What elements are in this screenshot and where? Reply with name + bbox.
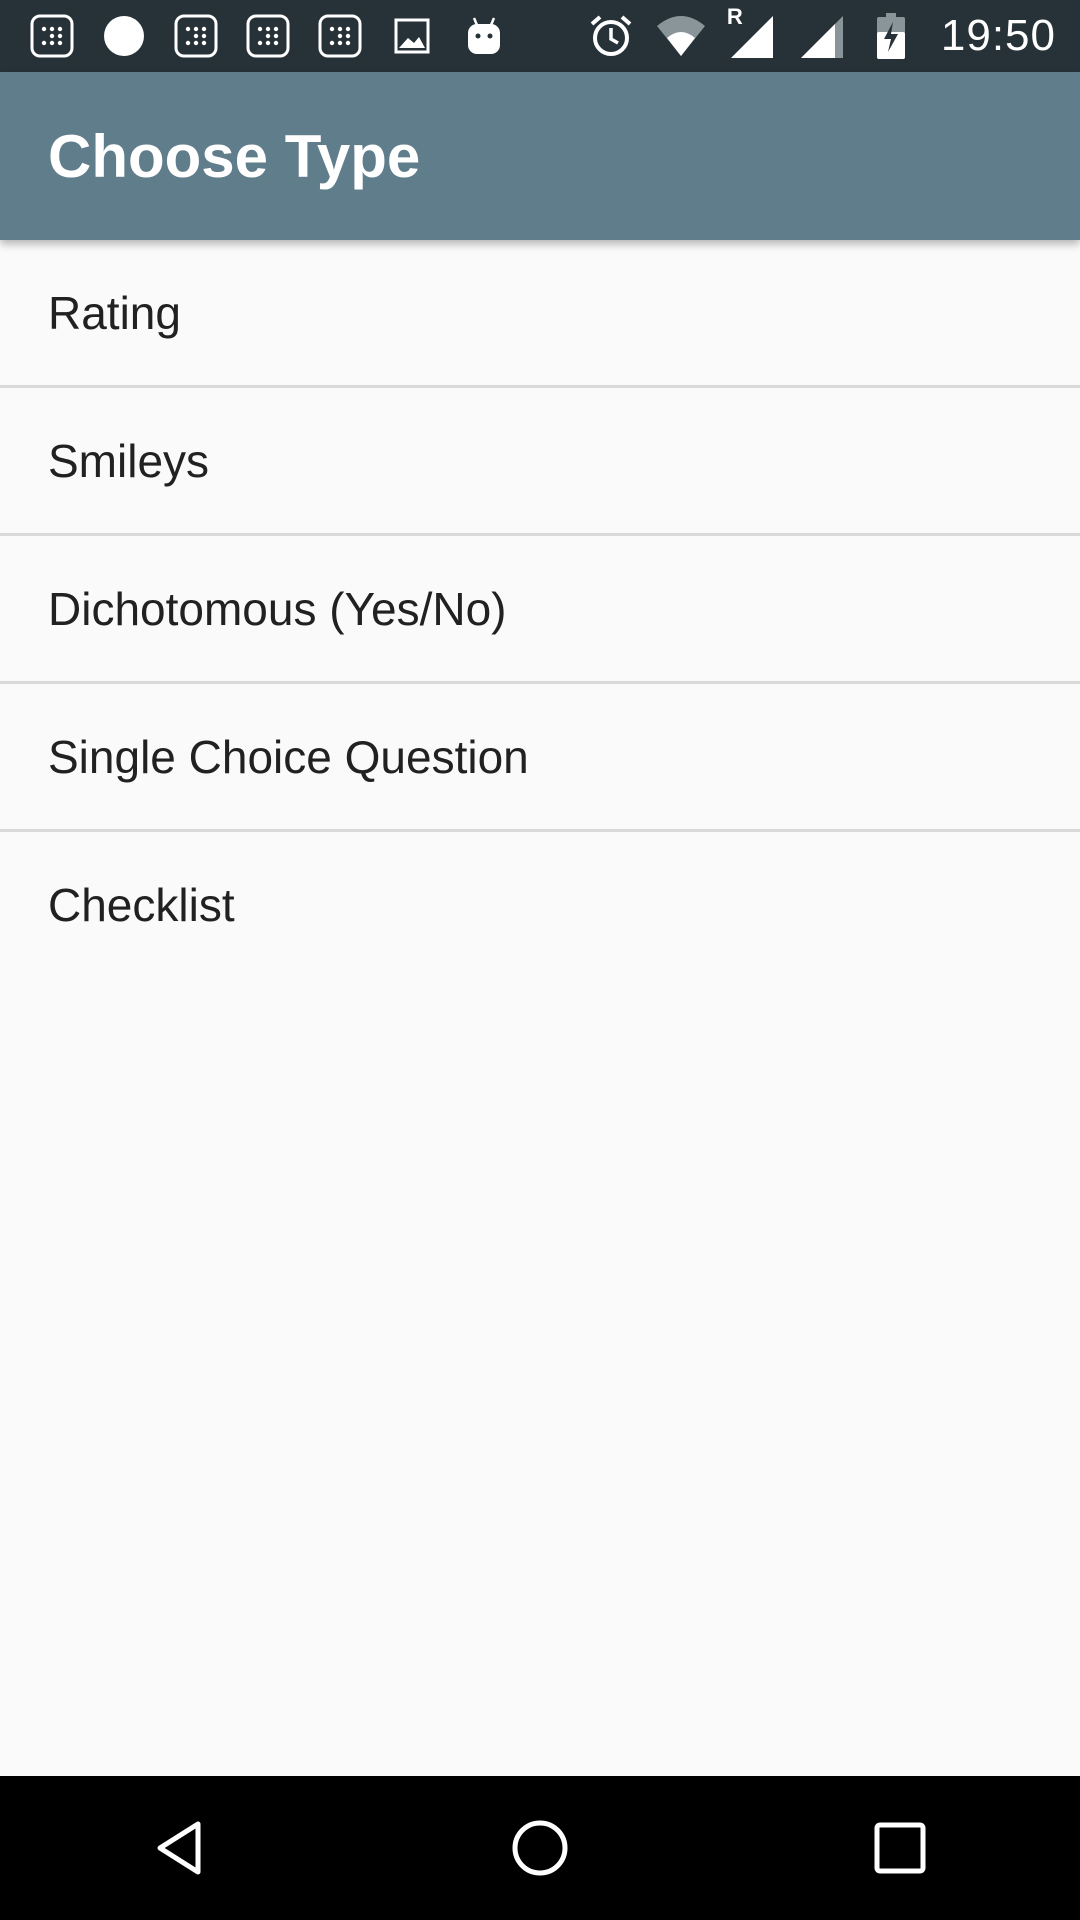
- page-title: Choose Type: [48, 123, 421, 190]
- image-notification-icon: [388, 12, 436, 60]
- wifi-icon: [655, 10, 707, 62]
- list-item-dichotomous[interactable]: Dichotomous (Yes/No): [0, 536, 1080, 684]
- battery-charging-icon: [865, 10, 917, 62]
- list-item-label: Single Choice Question: [48, 730, 529, 783]
- recents-button[interactable]: [840, 1788, 960, 1908]
- roaming-indicator: R: [726, 4, 743, 29]
- home-icon: [512, 1820, 568, 1876]
- list-item-label: Dichotomous (Yes/No): [48, 582, 507, 635]
- back-button[interactable]: [120, 1788, 240, 1908]
- back-icon: [157, 1821, 201, 1875]
- app-bar: Choose Type: [0, 72, 1080, 240]
- android-debug-icon: [460, 12, 508, 60]
- app-notification-icon: [172, 12, 220, 60]
- recents-icon: [874, 1822, 926, 1874]
- list-item-label: Rating: [48, 286, 181, 339]
- status-bar: R 19:50: [0, 0, 1080, 72]
- status-clock: 19:50: [940, 11, 1056, 60]
- list-item-label: Checklist: [48, 878, 235, 931]
- app-notification-icon: [244, 12, 292, 60]
- navigation-bar: [0, 1776, 1080, 1920]
- list-item-single-choice[interactable]: Single Choice Question: [0, 684, 1080, 832]
- app-notification-icon: [316, 12, 364, 60]
- home-button[interactable]: [480, 1788, 600, 1908]
- list-item-rating[interactable]: Rating: [0, 240, 1080, 388]
- alarm-icon: [585, 10, 637, 62]
- list-item-smileys[interactable]: Smileys: [0, 388, 1080, 536]
- screen: R 19:50 Choose Type Rating Smileys Dicho…: [0, 0, 1080, 1920]
- circle-notification-icon: [100, 12, 148, 60]
- signal-icon: [795, 10, 847, 62]
- list-item-label: Smileys: [48, 434, 210, 487]
- list-item-checklist[interactable]: Checklist: [0, 832, 1080, 977]
- type-list: Rating Smileys Dichotomous (Yes/No) Sing…: [0, 240, 1080, 977]
- notification-icons: [28, 12, 508, 60]
- app-notification-icon: [28, 12, 76, 60]
- system-icons: R 19:50: [567, 0, 1080, 72]
- signal-roaming-icon: R: [725, 4, 777, 62]
